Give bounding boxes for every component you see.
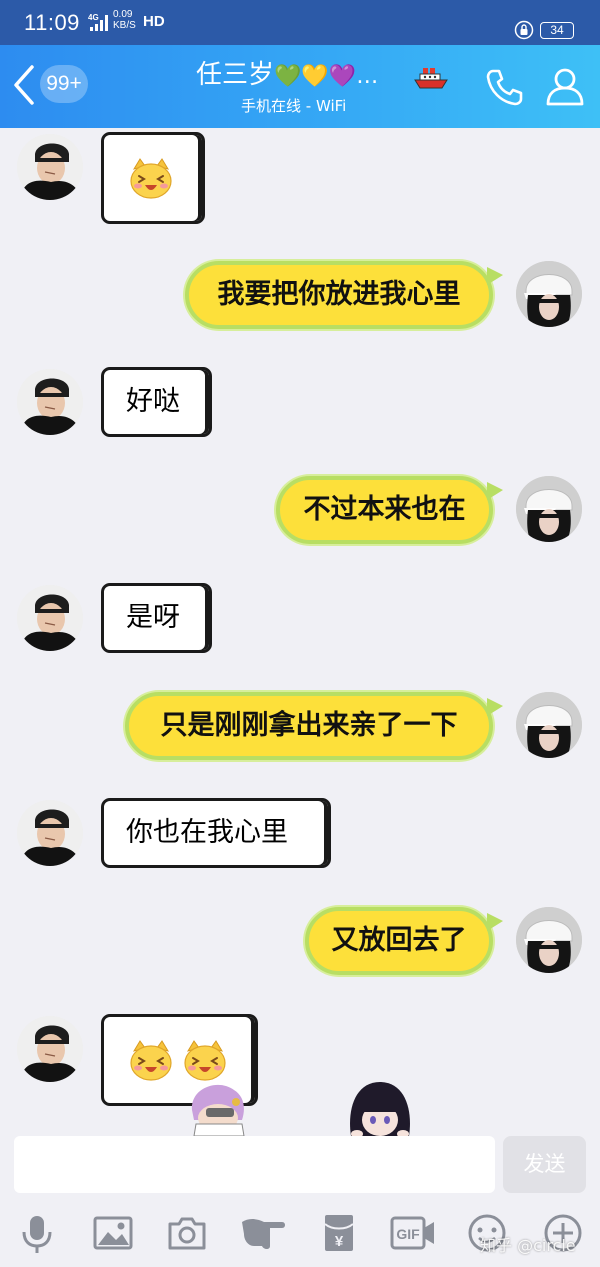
status-bar: 11:09 4G 0.09 KB/S HD 34	[0, 0, 600, 45]
chibi-character-sticker-icon	[191, 1084, 245, 1136]
contact-avatar[interactable]	[17, 134, 83, 200]
microphone-icon[interactable]	[16, 1212, 58, 1254]
contact-online-status: 手机在线 - WiFi	[241, 97, 347, 115]
cat-smile-sticker-icon	[128, 1037, 174, 1083]
message-bubble-outgoing[interactable]: 只是刚刚拿出来亲了一下	[125, 692, 503, 760]
network-speed-value: 0.09	[113, 9, 133, 20]
cat-smile-sticker-icon	[182, 1037, 228, 1083]
rotation-lock-icon	[514, 20, 534, 40]
my-avatar[interactable]	[516, 692, 582, 758]
red-packet-icon[interactable]: ¥	[318, 1212, 360, 1254]
battery-indicator: 34	[540, 22, 574, 39]
message-bubble-outgoing[interactable]: 我要把你放进我心里	[185, 261, 503, 329]
cellular-signal-icon: 4G	[88, 13, 108, 31]
image-gallery-icon[interactable]	[92, 1212, 134, 1254]
message-bubble-incoming[interactable]: 好哒	[101, 367, 212, 437]
message-bubble-incoming[interactable]	[101, 132, 205, 224]
cat-smile-sticker-icon	[128, 155, 174, 201]
anime-girl-sticker-icon	[350, 1082, 410, 1136]
profile-icon[interactable]	[544, 65, 586, 107]
message-text: 好哒	[126, 386, 180, 417]
camera-icon[interactable]	[166, 1212, 208, 1254]
composer: 发送	[0, 1136, 600, 1198]
message-text: 又放回去了	[331, 925, 467, 956]
network-type-label: 4G	[88, 13, 99, 22]
red-packet-yuan-label: ¥	[335, 1233, 344, 1250]
message-bubble-incoming[interactable]: 是呀	[101, 583, 212, 653]
poke-hand-icon[interactable]	[240, 1212, 288, 1254]
message-text: 是呀	[126, 602, 180, 633]
contact-name-emoji: 💚💛💜…	[274, 64, 379, 89]
contact-avatar[interactable]	[17, 800, 83, 866]
contact-name-text: 任三岁	[196, 60, 275, 90]
gif-icon[interactable]: GIF	[390, 1212, 436, 1254]
ship-badge-icon	[414, 68, 448, 89]
hd-voice-indicator: HD	[143, 13, 165, 30]
my-avatar[interactable]	[516, 476, 582, 542]
message-bubble-incoming[interactable]: 你也在我心里	[101, 798, 331, 868]
message-text: 你也在我心里	[126, 817, 288, 848]
message-bubble-outgoing[interactable]: 不过本来也在	[276, 476, 503, 544]
message-text: 只是刚刚拿出来亲了一下	[160, 710, 458, 741]
contact-avatar[interactable]	[17, 585, 83, 651]
message-text: 我要把你放进我心里	[217, 279, 461, 310]
message-bubble-outgoing[interactable]: 又放回去了	[305, 907, 503, 975]
my-avatar[interactable]	[516, 261, 582, 327]
back-arrow-icon[interactable]	[10, 63, 38, 107]
contact-name[interactable]: 任三岁💚💛💜…	[196, 59, 378, 93]
message-text: 不过本来也在	[303, 494, 466, 525]
message-input[interactable]	[14, 1136, 495, 1193]
my-avatar[interactable]	[516, 907, 582, 973]
unread-count-badge[interactable]: 99+	[40, 65, 88, 103]
status-time: 11:09	[24, 10, 80, 35]
contact-avatar[interactable]	[17, 1016, 83, 1082]
chat-header: 99+ 任三岁💚💛💜… 手机在线 - WiFi	[0, 45, 600, 128]
network-speed-unit: KB/S	[113, 20, 136, 31]
network-speed: 0.09 KB/S	[113, 9, 136, 31]
phone-call-icon[interactable]	[484, 67, 524, 107]
watermark-text: 知乎 @circle	[480, 1236, 576, 1255]
gif-label: GIF	[396, 1226, 420, 1242]
send-button[interactable]: 发送	[503, 1136, 586, 1193]
contact-avatar[interactable]	[17, 369, 83, 435]
